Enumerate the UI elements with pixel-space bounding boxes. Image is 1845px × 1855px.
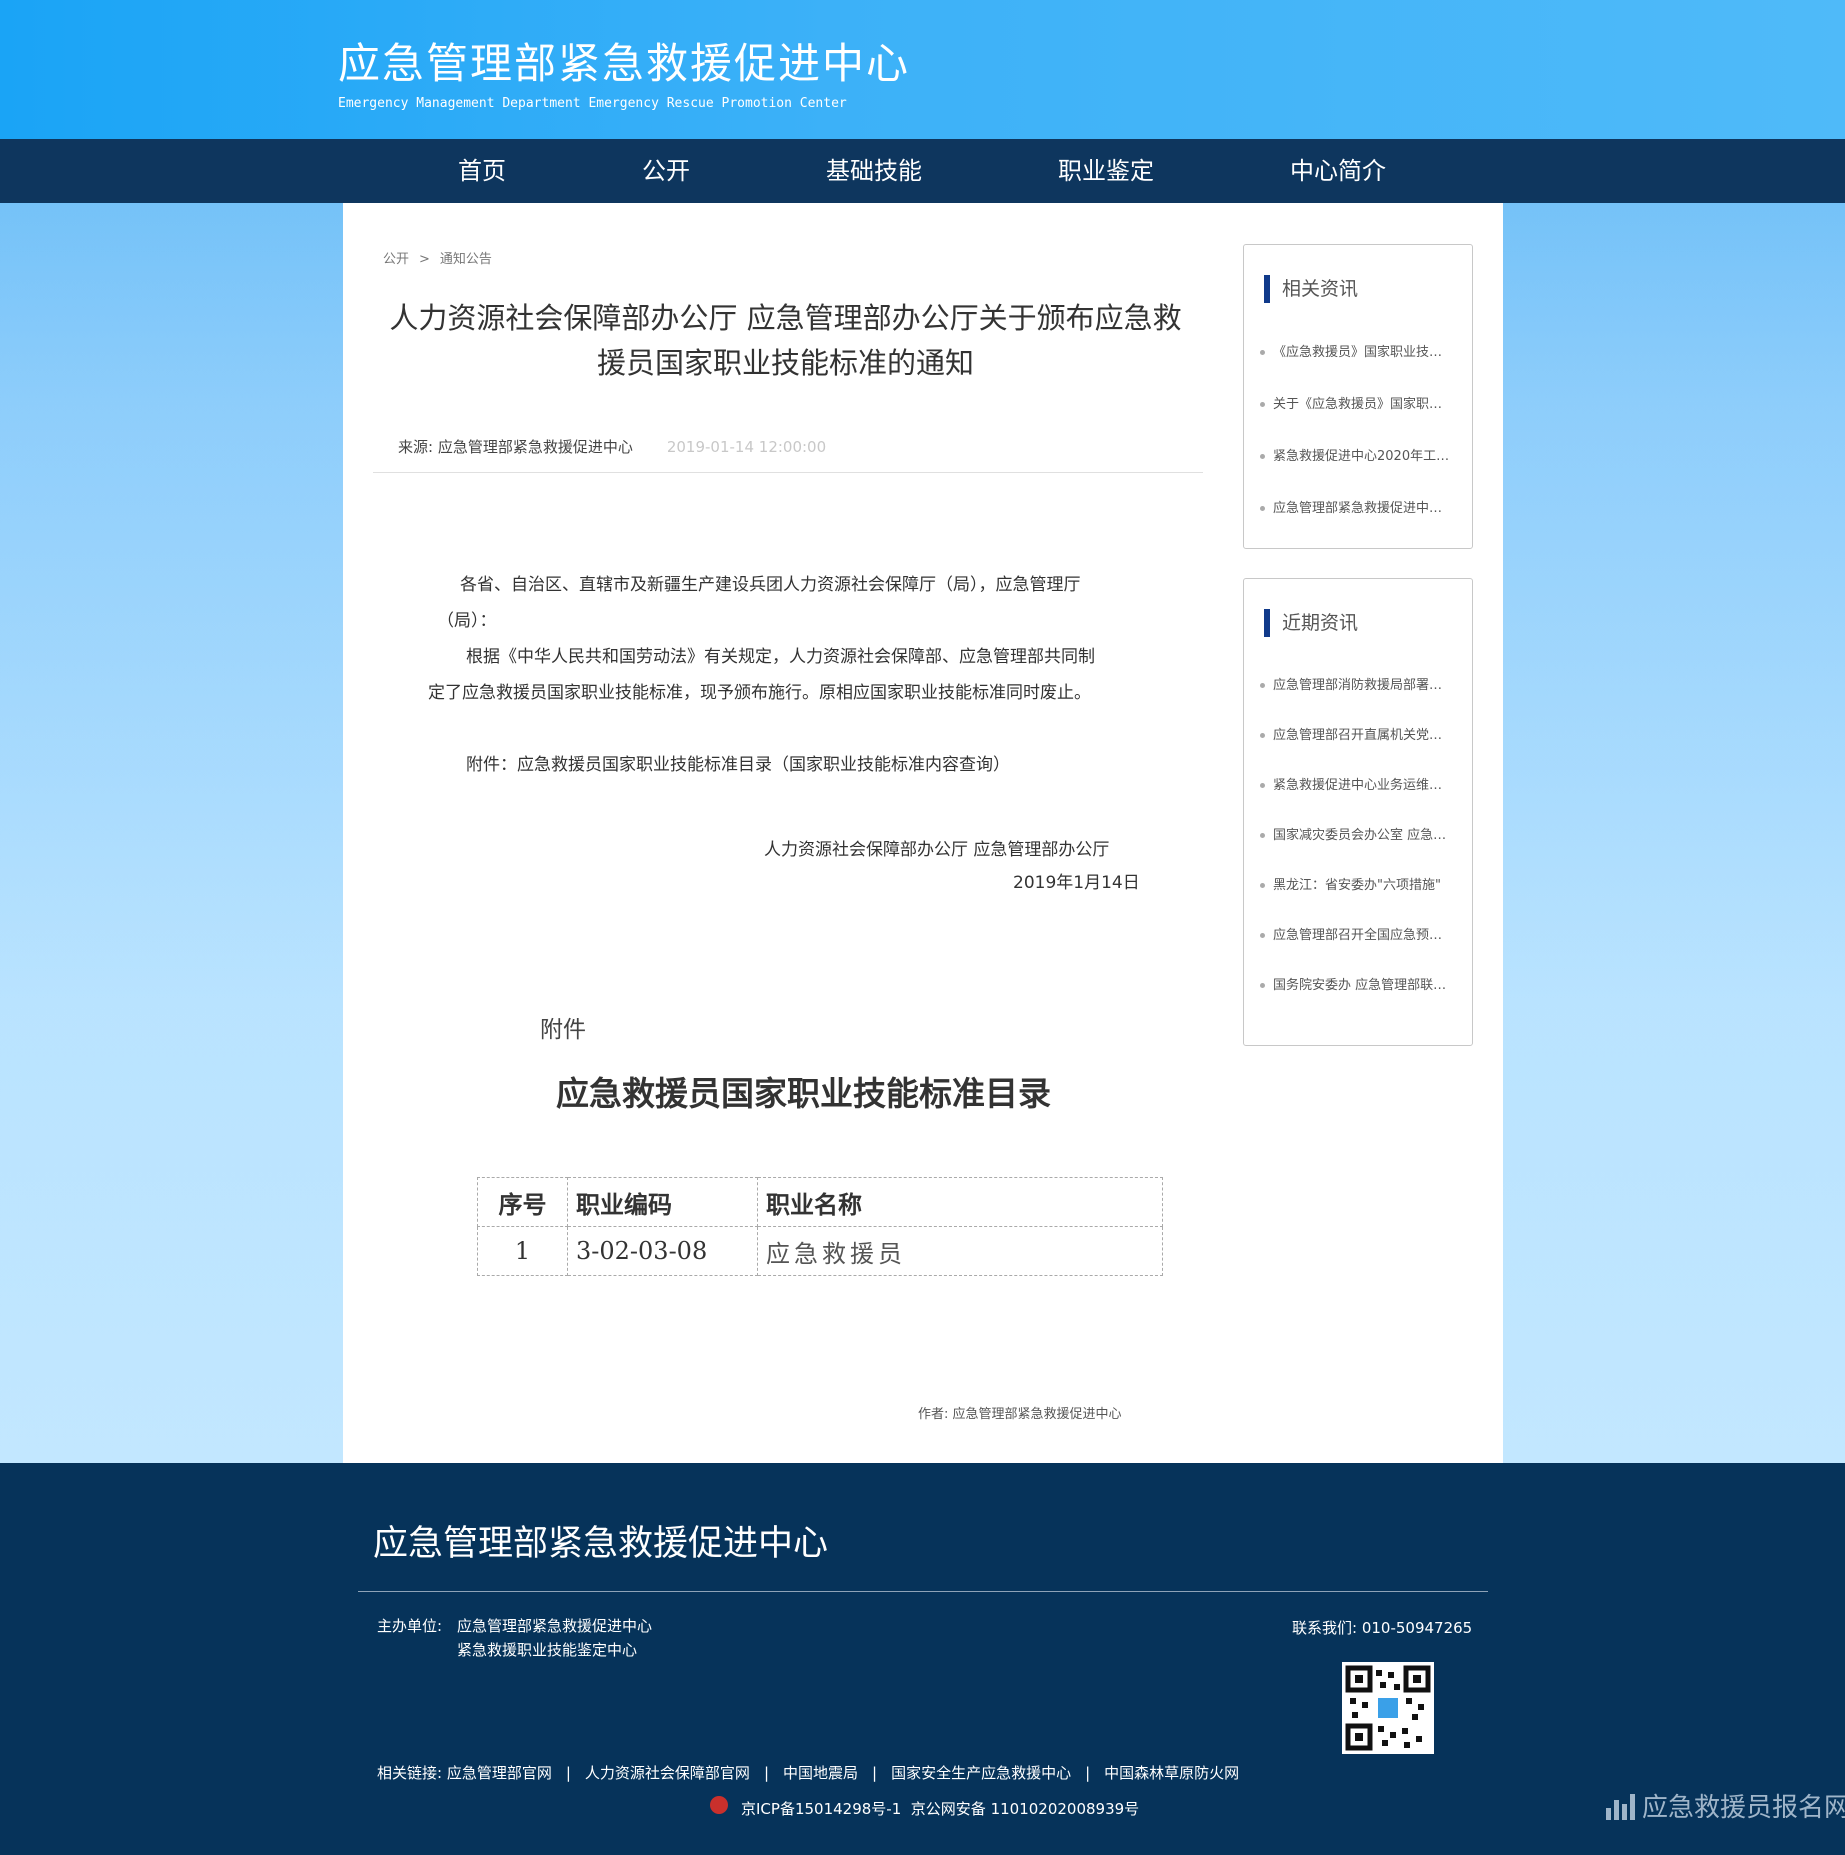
site-title[interactable]: 应急管理部紧急救援促进中心: [338, 30, 910, 91]
recent-news-item[interactable]: 应急管理部召开直属机关党委会议: [1260, 724, 1452, 743]
nav-item-skills[interactable]: 基础技能: [826, 139, 922, 203]
recent-news-item[interactable]: 应急管理部消防救援局部署工作: [1260, 674, 1452, 693]
nav-item-about[interactable]: 中心简介: [1290, 139, 1386, 203]
site-subtitle: Emergency Management Department Emergenc…: [338, 96, 847, 111]
links-label: 相关链接:: [377, 1764, 443, 1782]
recent-news-heading: 近期资讯: [1264, 609, 1358, 637]
sign-date: 2019年1月14日: [1013, 873, 1140, 893]
occupation-table: 序号 职业编码 职业名称 1 3-02-03-08 应急救援员: [477, 1177, 1163, 1276]
related-news-item[interactable]: 关于《应急救援员》国家职业技能标准: [1260, 393, 1452, 412]
link-cea[interactable]: 中国地震局: [783, 1764, 858, 1782]
article-author: 作者: 应急管理部紧急救援促进中心: [918, 1407, 1122, 1422]
related-news-item[interactable]: 紧急救援促进中心2020年工作要点: [1260, 445, 1452, 464]
recent-news-item[interactable]: 应急管理部召开全国应急预案工作: [1260, 924, 1452, 943]
watermark-chart-icon: [1606, 1794, 1635, 1820]
breadcrumb-notices[interactable]: 通知公告: [440, 252, 492, 267]
article-date: 2019-01-14 12:00:00: [666, 438, 827, 456]
recent-news-box: 近期资讯 应急管理部消防救援局部署工作 应急管理部召开直属机关党委会议 紧急救援…: [1243, 578, 1473, 1046]
table-cell: 应急救援员: [757, 1226, 1163, 1276]
main-nav: 首页 公开 基础技能 职业鉴定 中心简介: [0, 139, 1845, 203]
nav-item-public[interactable]: 公开: [642, 139, 690, 203]
article-title: 人力资源社会保障部办公厅 应急管理部办公厅关于颁布应急救 援员国家职业技能标准的…: [368, 296, 1203, 386]
article-source: 来源: 应急管理部紧急救援促进中心: [398, 438, 633, 456]
bullet-icon: [1260, 683, 1265, 688]
nav-item-certification[interactable]: 职业鉴定: [1058, 139, 1154, 203]
recent-news-item[interactable]: 紧急救援促进中心业务运维工作: [1260, 774, 1452, 793]
link-safety-rescue[interactable]: 国家安全生产应急救援中心: [891, 1764, 1071, 1782]
bullet-icon: [1260, 402, 1265, 407]
table-cell: 3-02-03-08: [567, 1226, 758, 1276]
breadcrumb: 公开 > 通知公告: [383, 248, 492, 267]
related-news-box: 相关资讯 《应急救援员》国家职业技能标准 关于《应急救援员》国家职业技能标准 紧…: [1243, 244, 1473, 549]
icp-link[interactable]: 京ICP备15014298号-1: [741, 1800, 901, 1818]
attachment-link[interactable]: 附件：应急救援员国家职业技能标准目录（国家职业技能标准内容查询）: [466, 750, 1010, 775]
police-record-link[interactable]: 京公网安备 11010202008939号: [911, 1800, 1139, 1818]
table-header: 职业编码: [567, 1177, 758, 1227]
bullet-icon: [1260, 506, 1265, 511]
qr-code-icon: [1342, 1662, 1434, 1754]
related-news-heading: 相关资讯: [1264, 275, 1358, 303]
meta-divider: [373, 472, 1203, 473]
related-news-item[interactable]: 《应急救援员》国家职业技能标准: [1260, 341, 1452, 360]
footer-links: 相关链接: 应急管理部官网 | 人力资源社会保障部官网 | 中国地震局 | 国家安全生产应急…: [377, 1762, 1239, 1783]
table-header-row: 序号 职业编码 职业名称: [477, 1177, 1163, 1227]
footer-divider: [358, 1591, 1488, 1592]
para1-line1: 各省、自治区、直辖市及新疆生产建设兵团人力资源社会保障厅（局），应急管理厅: [460, 575, 1081, 595]
attachment-label: 附件: [540, 1017, 586, 1043]
host-org-1: 应急管理部紧急救援促进中心: [457, 1617, 653, 1635]
nav-item-home[interactable]: 首页: [458, 139, 506, 203]
bullet-icon: [1260, 733, 1265, 738]
footer-title: 应急管理部紧急救援促进中心: [373, 1524, 829, 1564]
link-mem[interactable]: 应急管理部官网: [447, 1764, 552, 1782]
bullet-icon: [1260, 783, 1265, 788]
table-header: 序号: [477, 1177, 568, 1227]
attachment-title: 应急救援员国家职业技能标准目录: [556, 1074, 1051, 1113]
signature: 人力资源社会保障部办公厅 应急管理部办公厅: [764, 840, 1110, 860]
link-mohrss[interactable]: 人力资源社会保障部官网: [585, 1764, 750, 1782]
host-org-2: 紧急救援职业技能鉴定中心: [457, 1641, 638, 1659]
bullet-icon: [1260, 883, 1265, 888]
recent-news-item[interactable]: 黑龙江：省安委办"六项措施": [1260, 874, 1452, 893]
bullet-icon: [1260, 350, 1265, 355]
site-header: 应急管理部紧急救援促进中心 Emergency Management Depar…: [0, 0, 1845, 139]
bullet-icon: [1260, 983, 1265, 988]
host-label: 主办单位:: [377, 1617, 443, 1635]
para1-line2: （局）：: [437, 611, 497, 631]
recent-news-item[interactable]: 国家减灾委员会办公室 应急管理部: [1260, 824, 1452, 843]
main-content: 公开 > 通知公告 人力资源社会保障部办公厅 应急管理部办公厅关于颁布应急救 援员国…: [343, 203, 1503, 1463]
article-meta: 来源: 应急管理部紧急救援促进中心 2019-01-14 12:00:00: [398, 436, 826, 457]
link-separator: |: [763, 1764, 769, 1782]
bullet-icon: [1260, 933, 1265, 938]
contact-phone: 联系我们: 010-50947265: [1292, 1619, 1473, 1637]
bullet-icon: [1260, 454, 1265, 459]
table-cell: 1: [477, 1226, 568, 1276]
article-title-line2: 援员国家职业技能标准的通知: [596, 346, 974, 380]
icp-record: 京ICP备15014298号-1 京公网安备 11010202008939号: [741, 1798, 1139, 1819]
table-header: 职业名称: [757, 1177, 1163, 1227]
para2-line2: 定了应急救援员国家职业技能标准，现予颁布施行。原相应国家职业技能标准同时废止。: [428, 683, 1091, 703]
bullet-icon: [1260, 833, 1265, 838]
para2-line1: 根据《中华人民共和国劳动法》有关规定，人力资源社会保障部、应急管理部共同制: [466, 647, 1095, 667]
link-separator: |: [1085, 1764, 1091, 1782]
related-news-item[interactable]: 应急管理部紧急救援促进中心通知: [1260, 497, 1452, 516]
site-footer: 应急管理部紧急救援促进中心 主办单位: 应急管理部紧急救援促进中心 紧急救援职业…: [0, 1463, 1845, 1855]
link-separator: |: [872, 1764, 878, 1782]
police-badge-icon: [710, 1796, 728, 1814]
table-row: 1 3-02-03-08 应急救援员: [477, 1226, 1163, 1276]
recent-news-item[interactable]: 国务院安委办 应急管理部联合发布: [1260, 974, 1452, 993]
breadcrumb-public[interactable]: 公开: [383, 252, 409, 267]
watermark-text: 应急救援员报名网: [1642, 1793, 1845, 1823]
link-separator: |: [565, 1764, 571, 1782]
breadcrumb-separator: >: [419, 252, 430, 267]
link-forest-fire[interactable]: 中国森林草原防火网: [1104, 1764, 1239, 1782]
article-title-line1: 人力资源社会保障部办公厅 应急管理部办公厅关于颁布应急救: [389, 301, 1182, 335]
